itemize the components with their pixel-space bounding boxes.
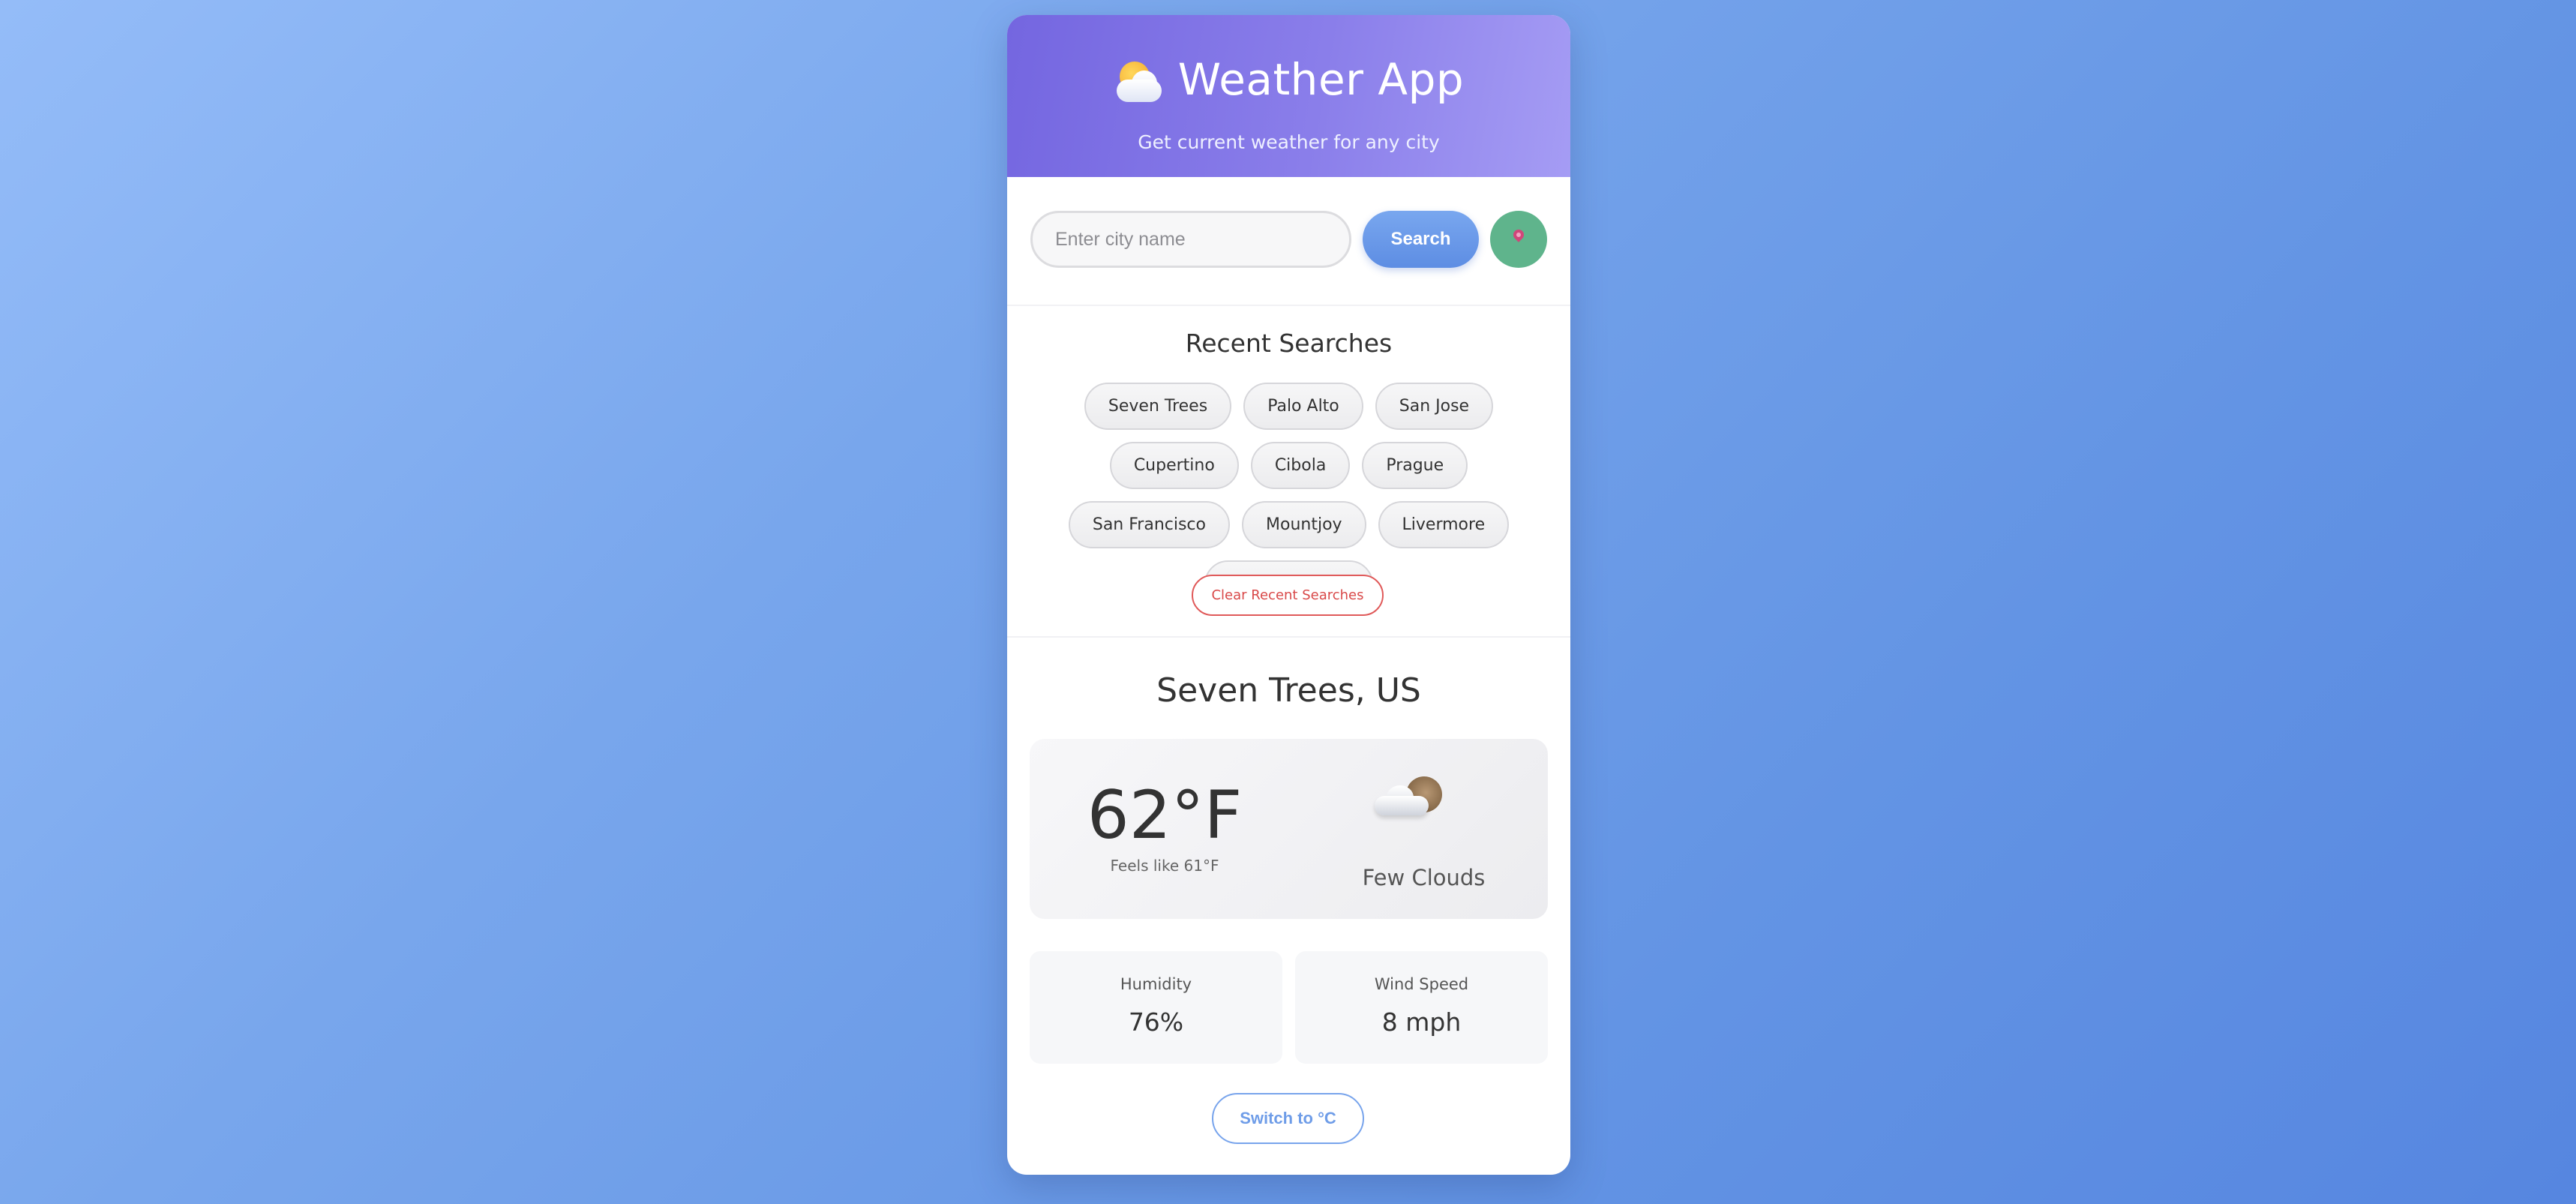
recent-search-chip[interactable]: Livermore bbox=[1378, 501, 1510, 548]
recent-searches-title: Recent Searches bbox=[1185, 329, 1393, 358]
humidity-card: Humidity 76% bbox=[1030, 951, 1282, 1064]
recent-search-chip[interactable]: Seven Trees bbox=[1084, 383, 1232, 430]
current-weather-section: Seven Trees, US 62°F Feels like 61°F Few… bbox=[1007, 638, 1570, 1175]
title-row: Weather App bbox=[1007, 54, 1570, 105]
recent-search-chip[interactable]: San Jose bbox=[1375, 383, 1494, 430]
recent-searches-section: Recent Searches Seven Trees Palo Alto Sa… bbox=[1007, 306, 1570, 638]
search-button[interactable]: Search bbox=[1363, 211, 1479, 268]
sun-behind-cloud-icon bbox=[1114, 60, 1166, 105]
recent-search-chip[interactable]: Palo Alto bbox=[1243, 383, 1363, 430]
weather-summary-panel: 62°F Feels like 61°F Few Clouds bbox=[1030, 739, 1548, 919]
recent-search-chip[interactable]: Cibola bbox=[1250, 442, 1351, 489]
app-subtitle: Get current weather for any city bbox=[1138, 131, 1440, 153]
temperature-value: 62°F bbox=[1087, 776, 1243, 854]
humidity-label: Humidity bbox=[1120, 975, 1192, 993]
city-search-input[interactable] bbox=[1030, 211, 1351, 268]
weather-condition: Few Clouds bbox=[1362, 865, 1486, 890]
wind-speed-card: Wind Speed 8 mph bbox=[1295, 951, 1548, 1064]
app-title: Weather App bbox=[1177, 54, 1465, 105]
humidity-value: 76% bbox=[1128, 1007, 1184, 1037]
recent-search-chip[interactable]: Cupertino bbox=[1109, 442, 1239, 489]
current-location-button[interactable] bbox=[1490, 211, 1547, 268]
weather-card: Weather App Get current weather for any … bbox=[1007, 15, 1570, 1175]
unit-toggle-button[interactable]: Switch to °C bbox=[1212, 1093, 1364, 1144]
recent-search-chip[interactable]: Mountjoy bbox=[1242, 501, 1366, 548]
recent-searches-list: Seven Trees Palo Alto San Jose Cupertino… bbox=[1030, 383, 1548, 608]
few-clouds-icon bbox=[1375, 776, 1450, 821]
app-header: Weather App Get current weather for any … bbox=[1007, 15, 1570, 177]
feels-like-text: Feels like 61°F bbox=[1110, 857, 1219, 875]
search-section: Search bbox=[1007, 177, 1570, 306]
wind-speed-value: 8 mph bbox=[1381, 1007, 1462, 1037]
recent-search-chip[interactable]: San Francisco bbox=[1068, 501, 1230, 548]
page-background: { "header": { "icon": "sun-behind-cloud-… bbox=[0, 0, 2576, 1204]
location-name: Seven Trees, US bbox=[1156, 671, 1421, 710]
recent-search-chip[interactable]: Prague bbox=[1362, 442, 1468, 489]
location-pin-icon bbox=[1511, 227, 1526, 242]
clear-recent-searches-button[interactable]: Clear Recent Searches bbox=[1192, 575, 1384, 616]
wind-speed-label: Wind Speed bbox=[1374, 975, 1469, 993]
